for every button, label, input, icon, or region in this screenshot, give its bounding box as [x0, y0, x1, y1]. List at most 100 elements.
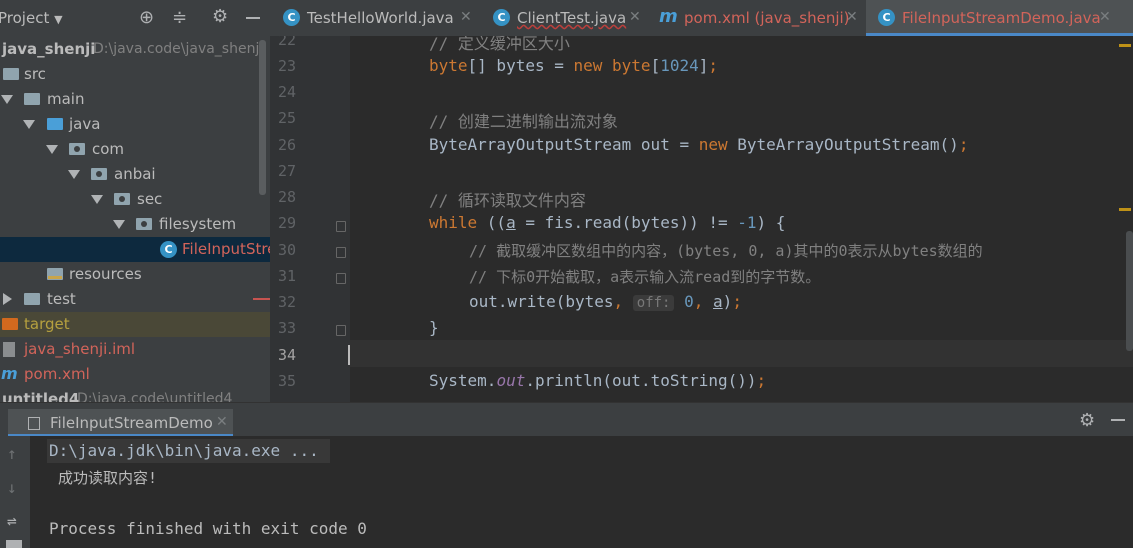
close-icon[interactable]: ✕ — [460, 9, 472, 25]
arrow-down-icon[interactable]: ↓ — [7, 478, 17, 497]
maven-icon: m — [659, 6, 678, 27]
folder-icon — [24, 293, 40, 305]
project-panel: Project ▼ ⊕ ≑ ⚙ java_shenji D:\java.code… — [0, 0, 270, 402]
soft-wrap-icon[interactable]: ⇌ — [7, 511, 17, 530]
tree-item-label: test — [47, 290, 76, 308]
line-number: 33 — [277, 319, 296, 337]
tree-item-untitled4[interactable]: untitled4 D:\java.code\untitled4 — [0, 387, 270, 402]
tree-item-test[interactable]: test — [0, 287, 270, 312]
tree-item-iml[interactable]: java_shenji.iml — [0, 337, 270, 362]
line-number: 34 — [277, 346, 296, 364]
tree-item-label: sec — [137, 190, 163, 208]
package-icon — [136, 218, 152, 230]
code-line-35: System.out.println(out.toString()); — [429, 371, 767, 390]
project-view-selector[interactable]: Project ▼ — [0, 9, 63, 27]
tree-item-path: D:\java.code\java_shenji — [93, 41, 264, 57]
chevron-down-icon[interactable] — [68, 170, 80, 179]
tab-label: FileInputStreamDemo.java — [902, 9, 1101, 27]
tab-pom[interactable]: m pom.xml (java_shenji) ✕ — [650, 0, 864, 35]
resources-folder-icon — [47, 268, 63, 280]
close-icon[interactable]: ✕ — [629, 9, 641, 25]
chevron-down-icon[interactable] — [46, 145, 58, 154]
line-number: 26 — [277, 136, 296, 154]
close-icon[interactable]: ✕ — [846, 9, 858, 25]
java-class-icon: C — [493, 9, 510, 26]
tree-item-label: anbai — [114, 165, 156, 183]
source-folder-icon — [47, 118, 63, 130]
close-icon[interactable]: ✕ — [1099, 9, 1111, 25]
chevron-down-icon[interactable] — [23, 120, 35, 129]
project-panel-header: Project ▼ ⊕ ≑ ⚙ — [0, 0, 270, 36]
collapse-all-icon[interactable]: ≑ — [172, 7, 187, 28]
tree-item-resources[interactable]: resources — [0, 262, 270, 287]
tree-item-com[interactable]: com — [0, 137, 270, 162]
code-line-33: } — [429, 318, 439, 337]
tree-item-sec[interactable]: sec — [0, 187, 270, 212]
line-number: 32 — [277, 293, 296, 311]
editor-tab-bar: C TestHelloWorld.java ✕ C ClientTest.jav… — [270, 0, 1133, 37]
tree-item-pom[interactable]: m pom.xml — [0, 362, 270, 387]
tab-clienttest[interactable]: C ClientTest.java ✕ — [480, 0, 650, 35]
tree-item-java-shenji[interactable]: java_shenji D:\java.code\java_shenji — [0, 37, 270, 62]
run-tab[interactable]: FileInputStreamDemo ✕ — [8, 409, 233, 437]
fold-marker-icon[interactable] — [336, 247, 346, 258]
chevron-right-icon[interactable] — [3, 293, 12, 305]
chevron-down-icon[interactable] — [113, 220, 125, 229]
chevron-down-icon[interactable] — [91, 195, 103, 204]
package-icon — [114, 193, 130, 205]
code-line-28: // 循环读取文件内容 — [429, 191, 586, 210]
tree-item-main[interactable]: main — [0, 87, 270, 112]
run-tab-label: FileInputStreamDemo — [50, 414, 213, 432]
folder-icon — [3, 68, 19, 80]
line-number: 35 — [277, 372, 296, 390]
chevron-down-icon[interactable] — [1, 95, 13, 104]
console-toolbar: ↑ ↓ ⇌ — [0, 436, 30, 548]
locate-icon[interactable]: ⊕ — [139, 7, 154, 28]
text-caret — [348, 345, 350, 365]
tree-item-label: resources — [69, 265, 142, 283]
line-number: 25 — [277, 109, 296, 127]
close-icon[interactable]: ✕ — [216, 414, 228, 430]
module-file-icon — [3, 342, 15, 357]
tree-item-label: untitled4 — [2, 390, 80, 402]
console-icon — [28, 417, 40, 430]
tab-testhelloworld[interactable]: C TestHelloWorld.java ✕ — [270, 0, 480, 35]
folder-icon — [24, 93, 40, 105]
code-line-22: // 定义缓冲区大小 — [429, 36, 570, 53]
run-tool-window-header: FileInputStreamDemo ✕ ⚙ — [0, 402, 1133, 437]
tree-item-java[interactable]: java — [0, 112, 270, 137]
code-editor[interactable]: 22 23 24 25 26 27 28 29 30 31 32 33 34 3… — [270, 36, 1133, 402]
parameter-hint: off: — [632, 295, 675, 311]
java-class-icon: C — [878, 9, 895, 26]
minimize-icon[interactable] — [1111, 419, 1125, 421]
gear-icon[interactable]: ⚙ — [212, 6, 228, 27]
fold-marker-icon[interactable] — [336, 273, 346, 284]
tab-fileinputstreamdemo[interactable]: C FileInputStreamDemo.java ✕ — [866, 0, 1133, 36]
gear-icon[interactable]: ⚙ — [1079, 410, 1095, 431]
line-number: 28 — [277, 188, 296, 206]
current-line-highlight — [350, 340, 1133, 367]
code-line-25: // 创建二进制输出流对象 — [429, 112, 618, 131]
fold-marker-icon[interactable] — [336, 325, 346, 336]
warning-marker[interactable] — [1119, 208, 1131, 211]
tree-item-fileinputstreamdemo[interactable]: C FileInputStreamDemo — [0, 237, 270, 262]
scroll-to-end-icon[interactable] — [6, 540, 22, 548]
tree-item-filesystem[interactable]: filesystem — [0, 212, 270, 237]
warning-marker[interactable] — [1119, 44, 1131, 47]
minimize-icon[interactable] — [246, 17, 260, 19]
fold-marker-icon[interactable] — [336, 221, 346, 232]
package-icon — [91, 168, 107, 180]
project-scrollbar[interactable] — [259, 40, 266, 195]
editor-scrollbar[interactable] — [1126, 231, 1133, 351]
tree-item-label: java_shenji.iml — [24, 340, 136, 358]
tree-item-target[interactable]: target — [0, 312, 270, 337]
console-line: Process finished with exit code 0 — [49, 519, 367, 538]
tree-item-label: src — [24, 65, 46, 83]
maven-icon: m — [1, 364, 18, 383]
arrow-up-icon[interactable]: ↑ — [7, 444, 17, 463]
tree-item-anbai[interactable]: anbai — [0, 162, 270, 187]
code-line-30: // 截取缓冲区数组中的内容，(bytes, 0, a)其中的0表示从bytes… — [469, 242, 983, 260]
code-line-29: while ((a = fis.read(bytes)) != -1) { — [429, 213, 786, 232]
console-output[interactable]: ↑ ↓ ⇌ D:\java.jdk\bin\java.exe ... 成功读取内… — [0, 436, 1133, 548]
tree-item-src[interactable]: src — [0, 62, 270, 87]
